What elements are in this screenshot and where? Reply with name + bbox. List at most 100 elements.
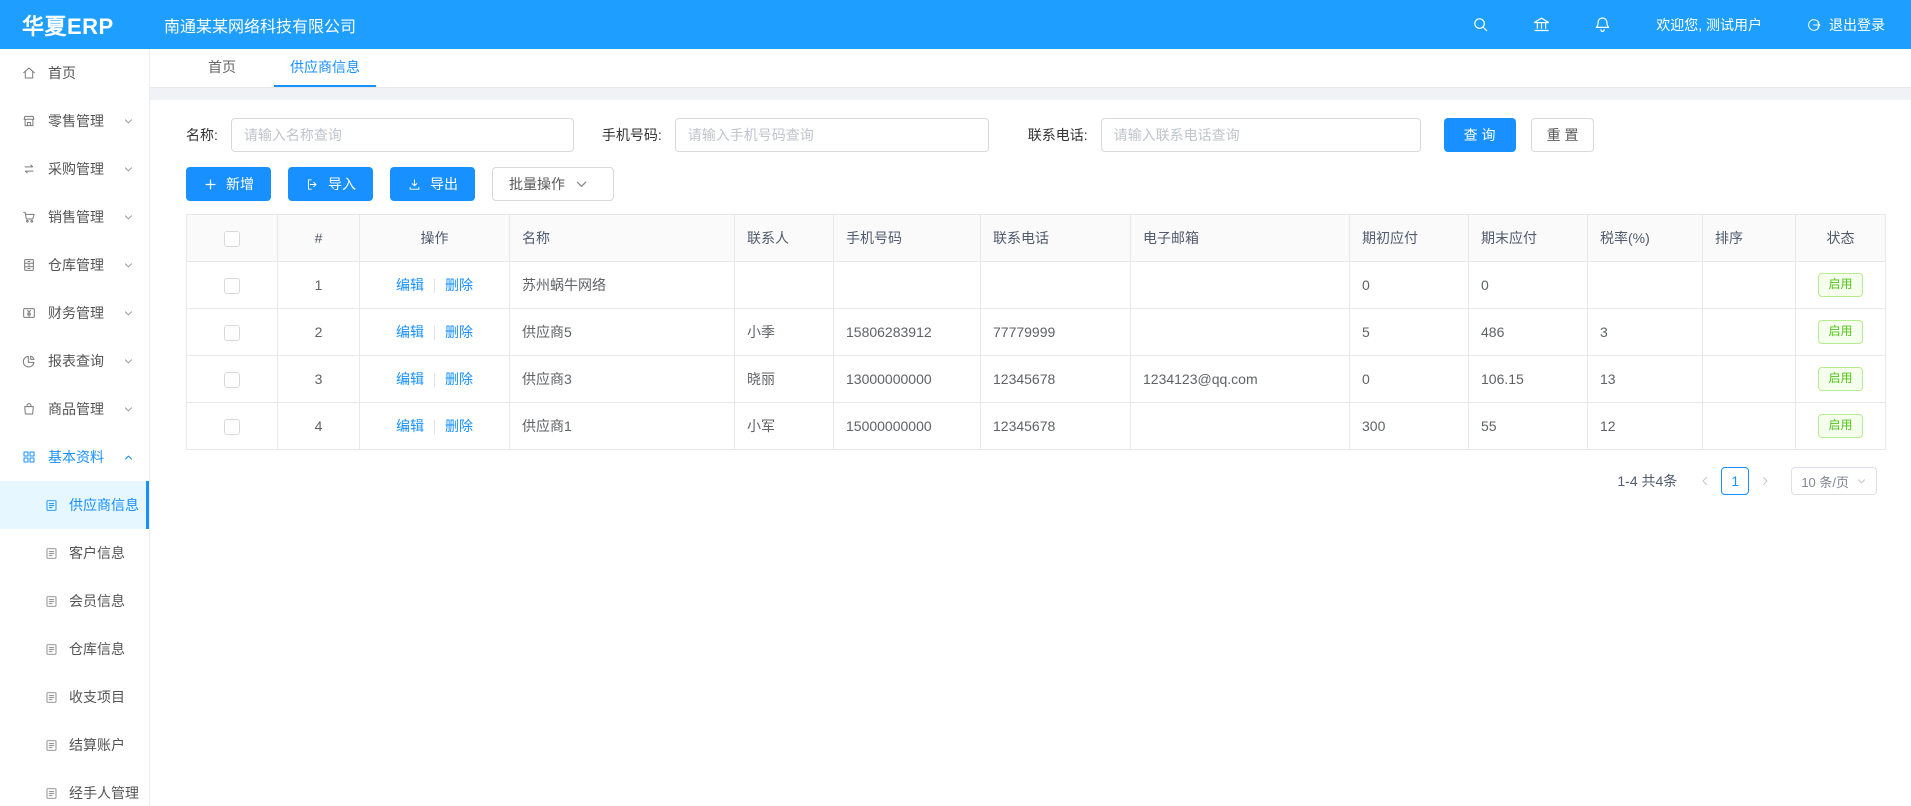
logout-icon (1806, 17, 1822, 33)
sidebar-item-retail[interactable]: 零售管理 (0, 97, 149, 145)
page-number-button[interactable]: 1 (1721, 467, 1749, 495)
column-header-email: 电子邮箱 (1131, 215, 1350, 262)
sidebar-item-label: 报表查询 (48, 351, 104, 371)
header-checkbox-cell (187, 215, 278, 262)
bank-icon[interactable] (1532, 15, 1551, 34)
import-button-label: 导入 (328, 174, 356, 194)
sidebar-item-warehouse[interactable]: 仓库管理 (0, 241, 149, 289)
delete-link[interactable]: 删除 (445, 371, 473, 387)
cell-name: 供应商5 (510, 309, 735, 356)
sidebar-item-label: 采购管理 (48, 159, 104, 179)
select-all-checkbox[interactable] (224, 231, 240, 247)
sidebar-item-income-expense[interactable]: 收支项目 (0, 673, 149, 721)
sidebar-item-basic-data[interactable]: 基本资料 (0, 433, 149, 481)
doc-icon (44, 594, 59, 609)
plus-icon (203, 177, 218, 192)
search-icon[interactable] (1471, 15, 1490, 34)
chevron-down-icon (123, 404, 134, 415)
page-size-select[interactable]: 10 条/页 (1791, 467, 1877, 495)
cell-email (1131, 309, 1350, 356)
header-actions: 欢迎您, 测试用户 退出登录 (1429, 15, 1885, 35)
bell-icon[interactable] (1593, 15, 1612, 34)
add-button[interactable]: 新增 (186, 167, 271, 201)
sidebar-item-supplier-info[interactable]: 供应商信息 (0, 481, 149, 529)
cell-end: 55 (1469, 403, 1588, 450)
tel-filter-input[interactable] (1101, 118, 1421, 152)
sidebar-item-customer-info[interactable]: 客户信息 (0, 529, 149, 577)
cell-mobile: 13000000000 (834, 356, 981, 403)
cell-mobile: 15806283912 (834, 309, 981, 356)
suppliers-table: #操作名称联系人手机号码联系电话电子邮箱期初应付期末应付税率(%)排序状态 1编… (186, 214, 1886, 450)
delete-link[interactable]: 删除 (445, 324, 473, 340)
sidebar-item-purchase[interactable]: 采购管理 (0, 145, 149, 193)
op-divider (434, 326, 435, 340)
tab-supplier-info[interactable]: 供应商信息 (274, 49, 376, 87)
sidebar-item-finance[interactable]: 财务管理 (0, 289, 149, 337)
column-header-sort: 排序 (1703, 215, 1796, 262)
cell-num: 4 (278, 403, 360, 450)
batch-actions-button[interactable]: 批量操作 (492, 167, 614, 201)
chevron-down-icon (1856, 476, 1867, 487)
next-page-button[interactable] (1751, 467, 1779, 495)
page-size-label: 10 条/页 (1801, 472, 1849, 491)
delete-link[interactable]: 删除 (445, 277, 473, 293)
cell-email (1131, 262, 1350, 309)
cell-num: 1 (278, 262, 360, 309)
export-button[interactable]: 导出 (390, 167, 475, 201)
cell-tel (981, 262, 1131, 309)
pagination: 1-4 共4条 1 10 条/页 (186, 467, 1877, 495)
sidebar-item-member-info[interactable]: 会员信息 (0, 577, 149, 625)
row-checkbox[interactable] (224, 372, 240, 388)
chevron-down-icon (123, 308, 134, 319)
edit-link[interactable]: 编辑 (396, 277, 424, 293)
sidebar-item-settlement-account[interactable]: 结算账户 (0, 721, 149, 769)
edit-link[interactable]: 编辑 (396, 324, 424, 340)
import-button[interactable]: 导入 (288, 167, 373, 201)
mobile-filter-input[interactable] (675, 118, 989, 152)
sidebar-item-sales[interactable]: 销售管理 (0, 193, 149, 241)
row-checkbox[interactable] (224, 278, 240, 294)
row-checkbox[interactable] (224, 325, 240, 341)
mobile-filter-label: 手机号码: (602, 125, 662, 145)
cell-contact: 晓丽 (735, 356, 834, 403)
logout-button[interactable]: 退出登录 (1806, 15, 1885, 35)
chevron-down-icon (123, 164, 134, 175)
edit-link[interactable]: 编辑 (396, 418, 424, 434)
doc-icon (44, 690, 59, 705)
sidebar-item-label: 供应商信息 (69, 495, 139, 515)
delete-link[interactable]: 删除 (445, 418, 473, 434)
column-header-end: 期末应付 (1469, 215, 1588, 262)
sidebar: 首页零售管理采购管理销售管理仓库管理财务管理报表查询商品管理基本资料供应商信息客… (0, 49, 150, 806)
cell-status: 启用 (1796, 309, 1886, 356)
app-logo: 华夏ERP (0, 9, 148, 41)
reset-button[interactable]: 重 置 (1531, 118, 1595, 152)
chevron-right-icon (1759, 475, 1771, 487)
sidebar-item-label: 商品管理 (48, 399, 104, 419)
sidebar-item-goods[interactable]: 商品管理 (0, 385, 149, 433)
column-header-ops: 操作 (360, 215, 510, 262)
cell-checkbox (187, 403, 278, 450)
tab-home[interactable]: 首页 (192, 49, 252, 87)
report-icon (21, 353, 37, 369)
cell-begin: 300 (1350, 403, 1469, 450)
edit-link[interactable]: 编辑 (396, 371, 424, 387)
prev-page-button[interactable] (1691, 467, 1719, 495)
sidebar-item-handler-mgmt[interactable]: 经手人管理 (0, 769, 149, 806)
cell-mobile: 15000000000 (834, 403, 981, 450)
sidebar-item-home[interactable]: 首页 (0, 49, 149, 97)
search-button[interactable]: 查 询 (1444, 118, 1516, 152)
cell-tel: 12345678 (981, 403, 1131, 450)
chevron-down-icon (123, 260, 134, 271)
name-filter-input[interactable] (231, 118, 574, 152)
cell-email (1131, 403, 1350, 450)
doc-icon (44, 546, 59, 561)
sidebar-item-warehouse-info[interactable]: 仓库信息 (0, 625, 149, 673)
sidebar-item-report[interactable]: 报表查询 (0, 337, 149, 385)
company-name: 南通某某网络科技有限公司 (164, 13, 356, 37)
cell-status: 启用 (1796, 262, 1886, 309)
chevron-down-icon (123, 116, 134, 127)
column-header-mobile: 手机号码 (834, 215, 981, 262)
row-checkbox[interactable] (224, 419, 240, 435)
cell-checkbox (187, 309, 278, 356)
sidebar-item-label: 基本资料 (48, 447, 104, 467)
